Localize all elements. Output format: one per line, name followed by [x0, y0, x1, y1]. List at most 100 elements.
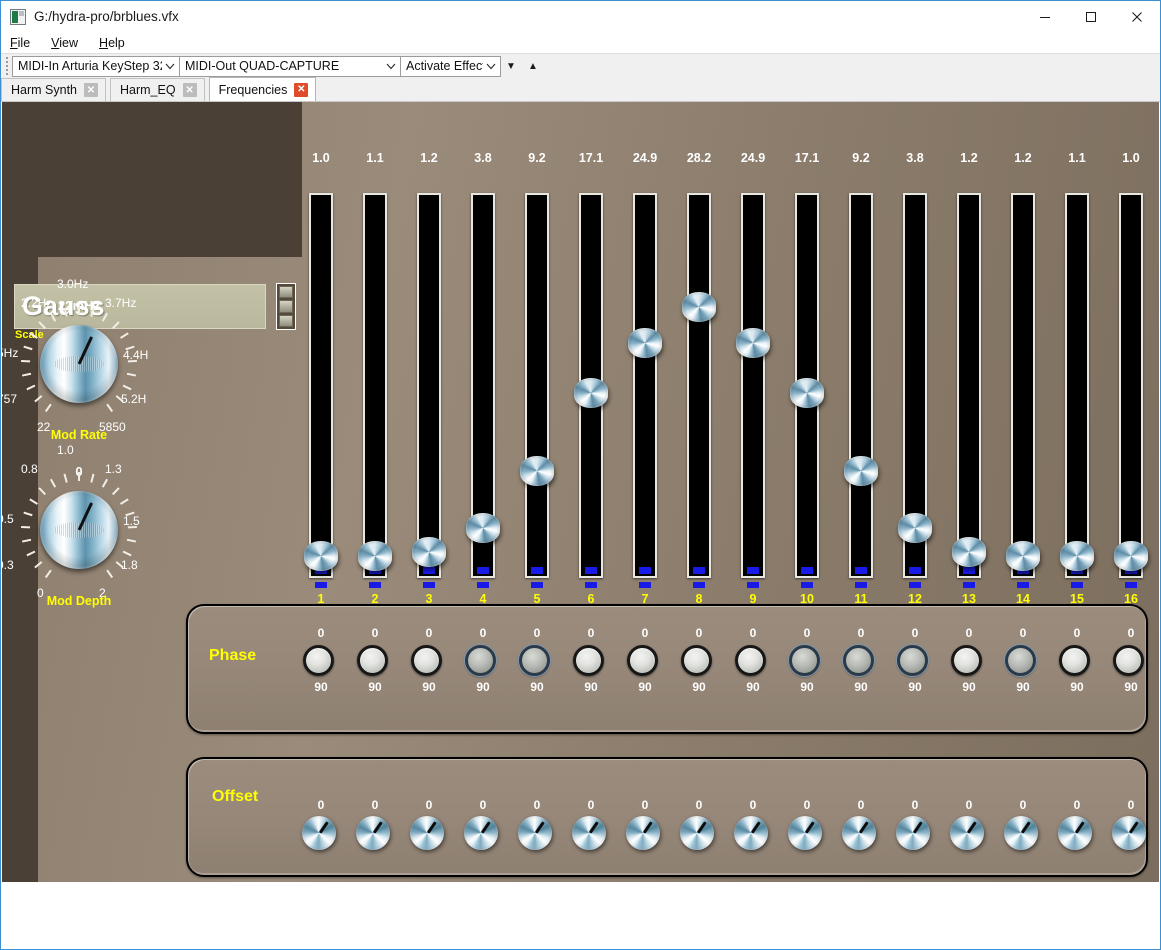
- slider-thumb[interactable]: [682, 292, 716, 322]
- toolbar-grip[interactable]: [3, 56, 10, 77]
- tab-harm-synth[interactable]: Harm Synth ✕: [1, 78, 106, 101]
- phase-knob-value-bottom: 90: [476, 680, 490, 694]
- slider-track[interactable]: [633, 193, 657, 578]
- maximize-button[interactable]: [1068, 1, 1114, 32]
- slider-base-indicator: [477, 582, 489, 588]
- offset-knob[interactable]: [464, 816, 498, 850]
- phase-knob[interactable]: [1113, 645, 1144, 676]
- phase-knob[interactable]: [357, 645, 388, 676]
- phase-knob[interactable]: [573, 645, 604, 676]
- slider-thumb[interactable]: [1060, 541, 1094, 571]
- tab-frequencies[interactable]: Frequencies ✕: [208, 77, 317, 101]
- slider-thumb[interactable]: [466, 513, 500, 543]
- slider-bottom-marker: [909, 567, 921, 574]
- slider-thumb[interactable]: [898, 513, 932, 543]
- slider-value: 1.0: [1122, 151, 1140, 165]
- phase-knob-value-top: 0: [371, 626, 379, 640]
- phase-knob[interactable]: [681, 645, 712, 676]
- slider-value: 1.1: [366, 151, 384, 165]
- tab-harm-eq[interactable]: Harm_EQ ✕: [110, 78, 205, 101]
- slider-track[interactable]: [687, 193, 711, 578]
- phase-knob[interactable]: [789, 645, 820, 676]
- menu-item-file[interactable]: File: [10, 36, 30, 50]
- close-icon[interactable]: ✕: [182, 83, 197, 97]
- tab-label: Harm_EQ: [120, 83, 176, 97]
- chevron-down-icon: [483, 57, 500, 76]
- slider-track[interactable]: [525, 193, 549, 578]
- offset-knob[interactable]: [680, 816, 714, 850]
- knob-pointer: [859, 821, 869, 834]
- phase-knob[interactable]: [735, 645, 766, 676]
- slider-thumb[interactable]: [304, 541, 338, 571]
- minimize-button[interactable]: [1022, 1, 1068, 32]
- slider-track[interactable]: [741, 193, 765, 578]
- knob-pointer: [427, 821, 437, 834]
- offset-knob[interactable]: [626, 816, 660, 850]
- slider-thumb[interactable]: [574, 378, 608, 408]
- phase-knob[interactable]: [411, 645, 442, 676]
- slider-thumb[interactable]: [736, 328, 770, 358]
- phase-knob-value-bottom: 90: [854, 680, 868, 694]
- move-up-button[interactable]: ▲: [522, 55, 544, 77]
- slider-track[interactable]: [363, 193, 387, 578]
- midi-out-select[interactable]: MIDI-Out QUAD-CAPTURE: [179, 55, 401, 77]
- slider-track[interactable]: [1119, 193, 1143, 578]
- window-title: G:/hydra-pro/brblues.vfx: [34, 9, 179, 24]
- slider-value: 28.2: [686, 151, 712, 165]
- phase-knob-value-top: 0: [1127, 626, 1135, 640]
- phase-knob[interactable]: [519, 645, 550, 676]
- slider-track[interactable]: [849, 193, 873, 578]
- offset-knob[interactable]: [572, 816, 606, 850]
- mod-rate-knob[interactable]: [40, 325, 118, 403]
- move-down-button[interactable]: ▼: [500, 55, 522, 77]
- slider-thumb[interactable]: [1006, 541, 1040, 571]
- phase-knob[interactable]: [303, 645, 334, 676]
- offset-knob[interactable]: [950, 816, 984, 850]
- phase-knob[interactable]: [951, 645, 982, 676]
- offset-knob[interactable]: [302, 816, 336, 850]
- offset-knob[interactable]: [842, 816, 876, 850]
- slider-thumb[interactable]: [844, 456, 878, 486]
- slider-track[interactable]: [309, 193, 333, 578]
- phase-knob[interactable]: [1005, 645, 1036, 676]
- offset-knob[interactable]: [734, 816, 768, 850]
- slider-thumb[interactable]: [412, 537, 446, 567]
- offset-knob[interactable]: [1058, 816, 1092, 850]
- offset-knob[interactable]: [1112, 816, 1146, 850]
- close-button[interactable]: [1114, 1, 1160, 32]
- knob-pointer: [373, 821, 383, 834]
- offset-knob[interactable]: [356, 816, 390, 850]
- activate-effect-select[interactable]: Activate Effect: [400, 55, 501, 77]
- close-icon[interactable]: ✕: [84, 83, 98, 97]
- midi-in-select[interactable]: MIDI-In Arturia KeyStep 32: [12, 55, 180, 77]
- mod-depth-knob[interactable]: [40, 491, 118, 569]
- phase-knob-value-top: 0: [641, 626, 649, 640]
- slider-thumb[interactable]: [1114, 541, 1148, 571]
- menu-item-view[interactable]: View: [51, 36, 78, 50]
- offset-knob[interactable]: [788, 816, 822, 850]
- offset-knob[interactable]: [896, 816, 930, 850]
- offset-knob[interactable]: [1004, 816, 1038, 850]
- slider-thumb[interactable]: [520, 456, 554, 486]
- phase-knob[interactable]: [627, 645, 658, 676]
- slider-thumb[interactable]: [628, 328, 662, 358]
- slider-thumb[interactable]: [358, 541, 392, 571]
- phase-knob[interactable]: [465, 645, 496, 676]
- slider-thumb[interactable]: [790, 378, 824, 408]
- phase-knob[interactable]: [1059, 645, 1090, 676]
- offset-knob[interactable]: [518, 816, 552, 850]
- scale-spinner[interactable]: [276, 283, 296, 330]
- phase-knob[interactable]: [843, 645, 874, 676]
- slider-base-indicator: [693, 582, 705, 588]
- slider-track[interactable]: [1065, 193, 1089, 578]
- close-icon[interactable]: ✕: [294, 82, 309, 97]
- slider-track[interactable]: [417, 193, 441, 578]
- offset-knob[interactable]: [410, 816, 444, 850]
- slider-thumb[interactable]: [952, 537, 986, 567]
- knob-pointer: [751, 821, 761, 834]
- slider-track[interactable]: [957, 193, 981, 578]
- phase-knob[interactable]: [897, 645, 928, 676]
- slider-track[interactable]: [1011, 193, 1035, 578]
- menu-item-help[interactable]: Help: [99, 36, 125, 50]
- slider-base-indicator: [1071, 582, 1083, 588]
